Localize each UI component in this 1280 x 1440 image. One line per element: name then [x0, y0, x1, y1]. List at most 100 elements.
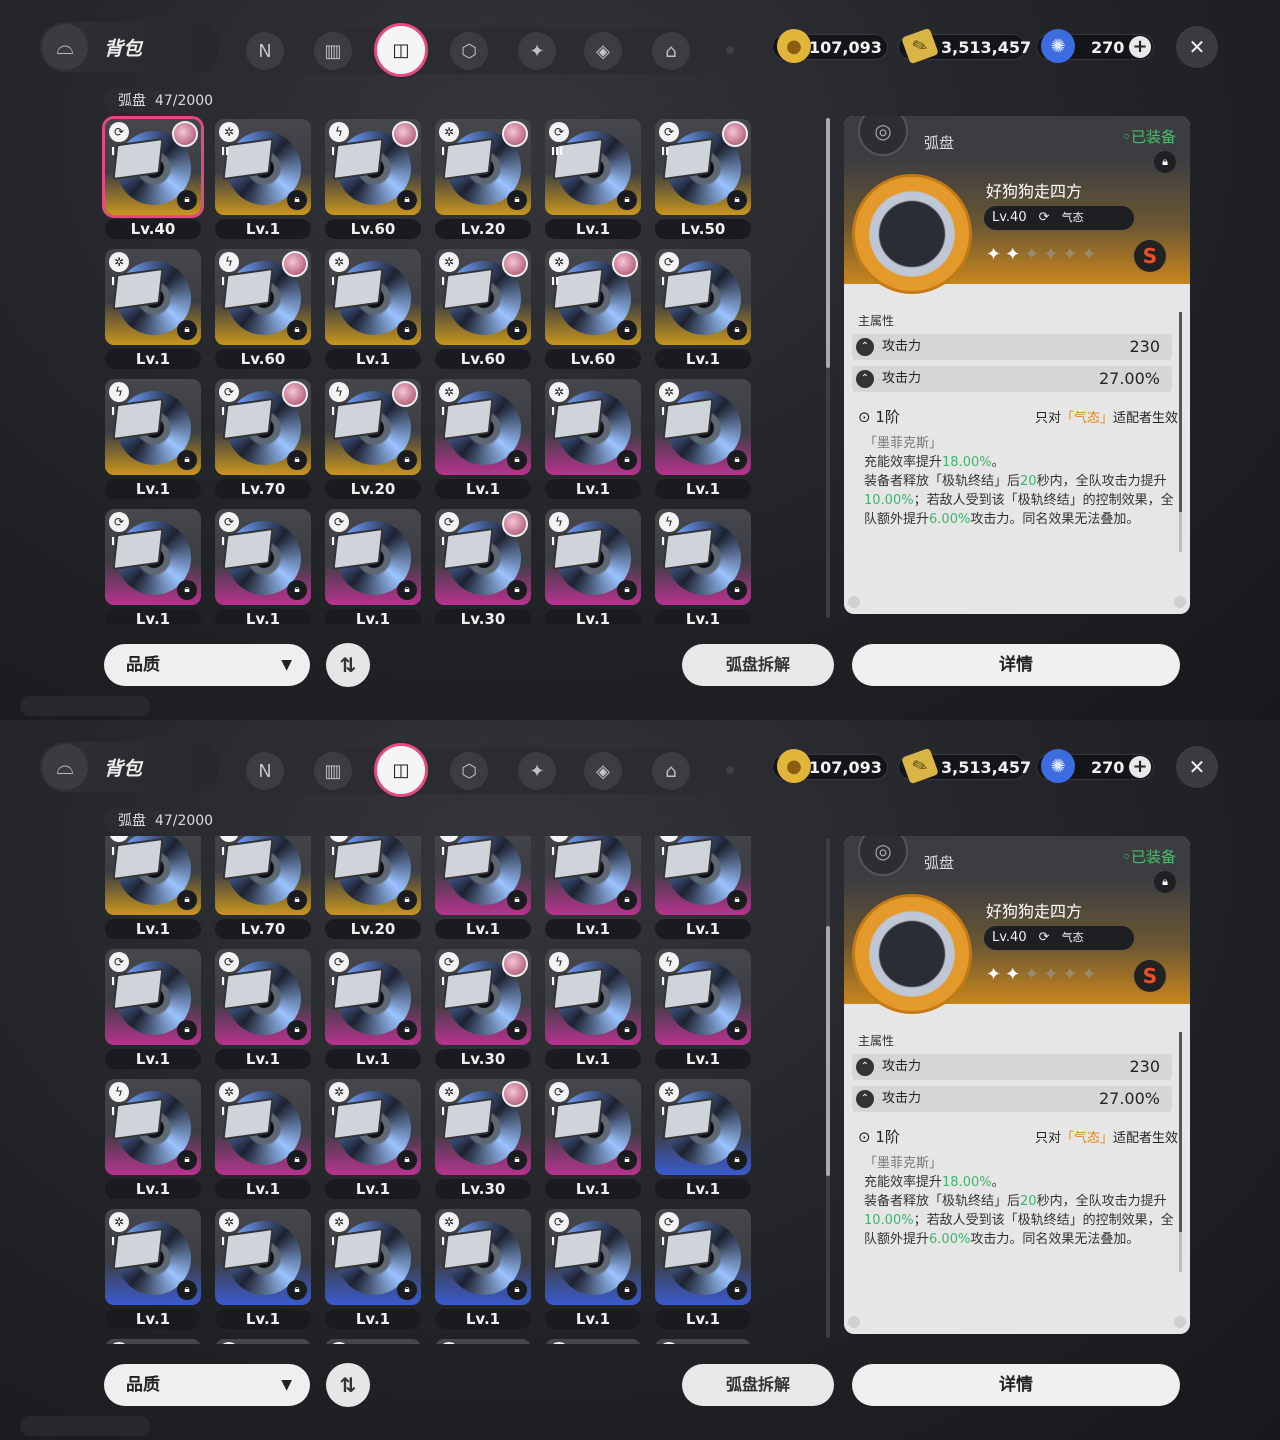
- disc-slot[interactable]: ✲ I 🔒︎ Lv.1: [650, 376, 760, 506]
- disc-slot[interactable]: ✲ I 🔒︎ Lv.1: [210, 1076, 320, 1206]
- disc-card[interactable]: ϟI 🔒︎: [655, 949, 751, 1045]
- disc-card[interactable]: ✲ I 🔒︎: [435, 119, 531, 215]
- disc-card[interactable]: ϟI 🔒︎: [215, 249, 311, 345]
- disc-slot[interactable]: ⟳ I 🔒︎ Lv.30: [430, 506, 540, 624]
- disc-slot[interactable]: ✲ I 🔒︎ Lv.1: [100, 1206, 210, 1336]
- disc-card[interactable]: ✲ I 🔒︎: [655, 379, 751, 475]
- disc-card[interactable]: ⟳I🔒︎: [655, 1339, 751, 1344]
- disc-slot[interactable]: ϟI 🔒︎ Lv.1: [100, 836, 210, 946]
- disc-slot[interactable]: ⟳I🔒︎: [100, 1336, 210, 1344]
- sort-button[interactable]: ⇅: [326, 643, 370, 687]
- disc-card[interactable]: ⟳I🔒︎: [105, 119, 201, 215]
- disc-card[interactable]: ✲ I 🔒︎: [325, 249, 421, 345]
- detail-scrollbar[interactable]: [1179, 312, 1182, 552]
- disc-slot[interactable]: ⟳I🔒︎: [210, 1336, 320, 1344]
- disc-card[interactable]: ϟI 🔒︎: [325, 379, 421, 475]
- disc-card[interactable]: ⟳I🔒︎: [105, 509, 201, 605]
- disc-slot[interactable]: ✲ I 🔒︎ Lv.1: [430, 836, 540, 946]
- disc-slot[interactable]: ⟳ I 🔒︎ Lv.1: [540, 1206, 650, 1336]
- disc-slot[interactable]: ϟI 🔒︎ Lv.1: [540, 506, 650, 624]
- disc-slot[interactable]: ⟳ I 🔒︎ Lv.1: [210, 946, 320, 1076]
- disc-card[interactable]: ✲ I 🔒︎: [435, 836, 531, 915]
- disc-card[interactable]: ⟳I🔒︎: [545, 1339, 641, 1344]
- disc-slot[interactable]: ✲ II 🔒︎ Lv.1: [210, 116, 320, 246]
- disc-card[interactable]: ⟳I🔒︎: [655, 249, 751, 345]
- tab-disc[interactable]: ◫: [374, 743, 428, 797]
- detail-scroll-thumb[interactable]: [1179, 1032, 1182, 1232]
- disc-slot[interactable]: ✲ I 🔒︎ Lv.1: [100, 246, 210, 376]
- disc-slot[interactable]: ⟳ I 🔒︎ Lv.70: [210, 376, 320, 506]
- disc-slot[interactable]: ✲ I 🔒︎ Lv.1: [320, 246, 430, 376]
- disc-card[interactable]: ⟳I🔒︎: [435, 509, 531, 605]
- disc-card[interactable]: ✲ II 🔒︎: [545, 249, 641, 345]
- disc-slot[interactable]: ⟳I🔒︎: [320, 1336, 430, 1344]
- dismantle-button[interactable]: 弧盘拆解: [682, 644, 834, 686]
- disc-card[interactable]: ✲ I 🔒︎: [435, 379, 531, 475]
- disc-card[interactable]: ✲ II 🔒︎: [215, 119, 311, 215]
- close-button[interactable]: ✕: [1176, 746, 1218, 788]
- disc-slot[interactable]: ✲ I 🔒︎ Lv.30: [430, 1076, 540, 1206]
- disc-card[interactable]: ⟳I🔒︎: [215, 379, 311, 475]
- disc-slot[interactable]: ⟳ I 🔒︎ Lv.70: [210, 836, 320, 946]
- tab-box[interactable]: ⬡: [450, 752, 488, 790]
- disc-card[interactable]: ⟳I🔒︎: [325, 509, 421, 605]
- close-button[interactable]: ✕: [1176, 26, 1218, 68]
- disc-slot[interactable]: ✲ I 🔒︎ Lv.1: [430, 1206, 540, 1336]
- disc-card[interactable]: ✲ I 🔒︎: [655, 1079, 751, 1175]
- tab-material[interactable]: ◈: [584, 32, 622, 70]
- tab-food[interactable]: ✦: [518, 752, 556, 790]
- disc-card[interactable]: ✲ I 🔒︎: [435, 1079, 531, 1175]
- disc-slot[interactable]: ⟳ I 🔒︎ Lv.40: [100, 116, 210, 246]
- disc-slot[interactable]: ✲ I 🔒︎ Lv.1: [650, 836, 760, 946]
- disc-card[interactable]: ϟI 🔒︎: [545, 509, 641, 605]
- disc-card[interactable]: ⟳I🔒︎: [215, 836, 311, 915]
- tab-device[interactable]: ▥: [314, 752, 352, 790]
- disc-slot[interactable]: ϟI 🔒︎ Lv.1: [650, 506, 760, 624]
- tab-drive-n[interactable]: N: [246, 752, 284, 790]
- sort-button[interactable]: ⇅: [326, 1363, 370, 1407]
- disc-slot[interactable]: ✲ I 🔒︎ Lv.1: [430, 376, 540, 506]
- disc-card[interactable]: ⟳I🔒︎: [325, 949, 421, 1045]
- disc-card[interactable]: ⟳I🔒︎: [215, 949, 311, 1045]
- disc-card[interactable]: ϟI 🔒︎: [105, 836, 201, 915]
- detail-scrollbar[interactable]: [1179, 1032, 1182, 1272]
- disc-card[interactable]: ϟI 🔒︎: [545, 949, 641, 1045]
- disc-grid-viewport[interactable]: ϟI🔒︎Lv.1⟳I🔒︎Lv.70ϟI🔒︎Lv.20✲I🔒︎Lv.1✲I🔒︎Lv…: [100, 836, 760, 1344]
- disc-slot[interactable]: ✲ I 🔒︎ Lv.20: [430, 116, 540, 246]
- disc-card[interactable]: ⟳I🔒︎: [545, 1209, 641, 1305]
- disc-card[interactable]: ✲ I 🔒︎: [325, 1079, 421, 1175]
- disc-slot[interactable]: ϟI 🔒︎ Lv.20: [320, 836, 430, 946]
- tab-food[interactable]: ✦: [518, 32, 556, 70]
- grid-scrollbar[interactable]: [826, 838, 830, 1338]
- disc-slot[interactable]: ϟ I 🔒︎ Lv.60: [210, 246, 320, 376]
- scroll-thumb[interactable]: [826, 925, 830, 1176]
- disc-slot[interactable]: ✲ I 🔒︎ Lv.1: [320, 1076, 430, 1206]
- disc-card[interactable]: ϟI 🔒︎: [105, 379, 201, 475]
- tab-material[interactable]: ◈: [584, 752, 622, 790]
- quality-filter-dropdown[interactable]: 品质 ▼: [104, 644, 310, 686]
- scroll-thumb[interactable]: [826, 118, 830, 368]
- disc-slot[interactable]: ✲ I 🔒︎ Lv.1: [210, 1206, 320, 1336]
- disc-slot[interactable]: ⟳ I 🔒︎ Lv.1: [100, 946, 210, 1076]
- disc-card[interactable]: ✲ I 🔒︎: [325, 1209, 421, 1305]
- disc-card[interactable]: ✲ I 🔒︎: [545, 379, 641, 475]
- disc-card[interactable]: ✲ I 🔒︎: [105, 1209, 201, 1305]
- disc-slot[interactable]: ⟳ I 🔒︎ Lv.1: [100, 506, 210, 624]
- disc-card[interactable]: ⟳I🔒︎: [105, 1339, 201, 1344]
- disc-slot[interactable]: ✲ II 🔒︎ Lv.60: [540, 246, 650, 376]
- disc-card[interactable]: ✲ I 🔒︎: [655, 836, 751, 915]
- disc-slot[interactable]: ⟳ II 🔒︎ Lv.50: [650, 116, 760, 246]
- disc-card[interactable]: ⟳I🔒︎: [655, 1209, 751, 1305]
- disc-slot[interactable]: ⟳ I 🔒︎ Lv.1: [210, 506, 320, 624]
- lock-icon[interactable]: 🔒︎: [1154, 871, 1176, 893]
- disc-card[interactable]: ϟI 🔒︎: [105, 1079, 201, 1175]
- dismantle-button[interactable]: 弧盘拆解: [682, 1364, 834, 1406]
- disc-slot[interactable]: ✲ I 🔒︎ Lv.1: [650, 1076, 760, 1206]
- disc-card[interactable]: ✲ I 🔒︎: [435, 249, 531, 345]
- tab-device[interactable]: ▥: [314, 32, 352, 70]
- disc-slot[interactable]: ϟI 🔒︎ Lv.20: [320, 376, 430, 506]
- disc-slot[interactable]: ϟI 🔒︎ Lv.1: [650, 946, 760, 1076]
- details-button[interactable]: 详情: [852, 1364, 1180, 1406]
- disc-slot[interactable]: ✲ I 🔒︎ Lv.60: [430, 246, 540, 376]
- grid-scrollbar[interactable]: [826, 118, 830, 618]
